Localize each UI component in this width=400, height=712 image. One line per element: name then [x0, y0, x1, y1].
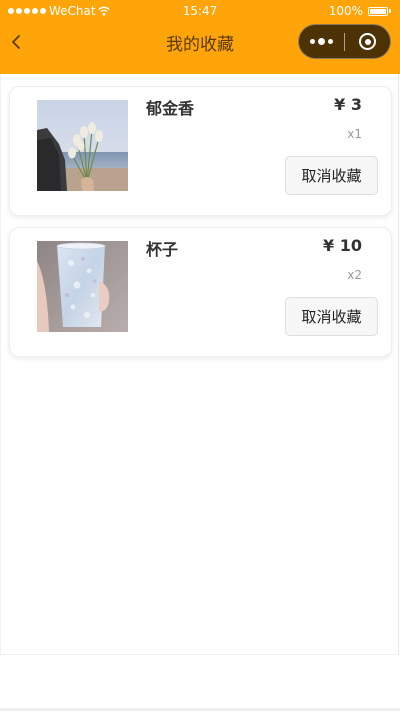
- close-button[interactable]: [345, 25, 390, 58]
- unfavorite-button[interactable]: 取消收藏: [285, 156, 378, 195]
- item-price: ¥ 3: [334, 95, 362, 114]
- glass-cup-photo: [37, 241, 128, 332]
- status-bar: WeChat 15:47 100%: [0, 0, 400, 22]
- item-name: 杯子: [146, 240, 179, 259]
- target-circle-icon: [359, 33, 376, 50]
- header: WeChat 15:47 100% 我的收藏: [0, 0, 400, 74]
- item-price: ¥ 10: [323, 236, 362, 255]
- item-quantity: x2: [347, 268, 362, 282]
- favorite-item-card: 杯子 ¥ 10 x2 取消收藏: [9, 227, 392, 357]
- item-name: 郁金香: [146, 99, 195, 118]
- battery-status: 100%: [329, 4, 392, 18]
- favorites-list: 郁金香 ¥ 3 x1 取消收藏 杯子 ¥ 10 x2 取消收藏: [0, 74, 399, 654]
- bottom-area: [0, 654, 400, 712]
- navigation-bar: 我的收藏: [0, 22, 400, 62]
- item-quantity: x1: [347, 127, 362, 141]
- more-dots-icon: [310, 38, 333, 45]
- mini-program-capsule: [298, 24, 391, 59]
- unfavorite-button[interactable]: 取消收藏: [285, 297, 378, 336]
- battery-percent: 100%: [328, 4, 363, 18]
- more-button[interactable]: [299, 25, 344, 58]
- favorite-item-card: 郁金香 ¥ 3 x1 取消收藏: [9, 86, 392, 216]
- tulip-bouquet-photo: [37, 100, 128, 191]
- battery-icon: [368, 6, 392, 17]
